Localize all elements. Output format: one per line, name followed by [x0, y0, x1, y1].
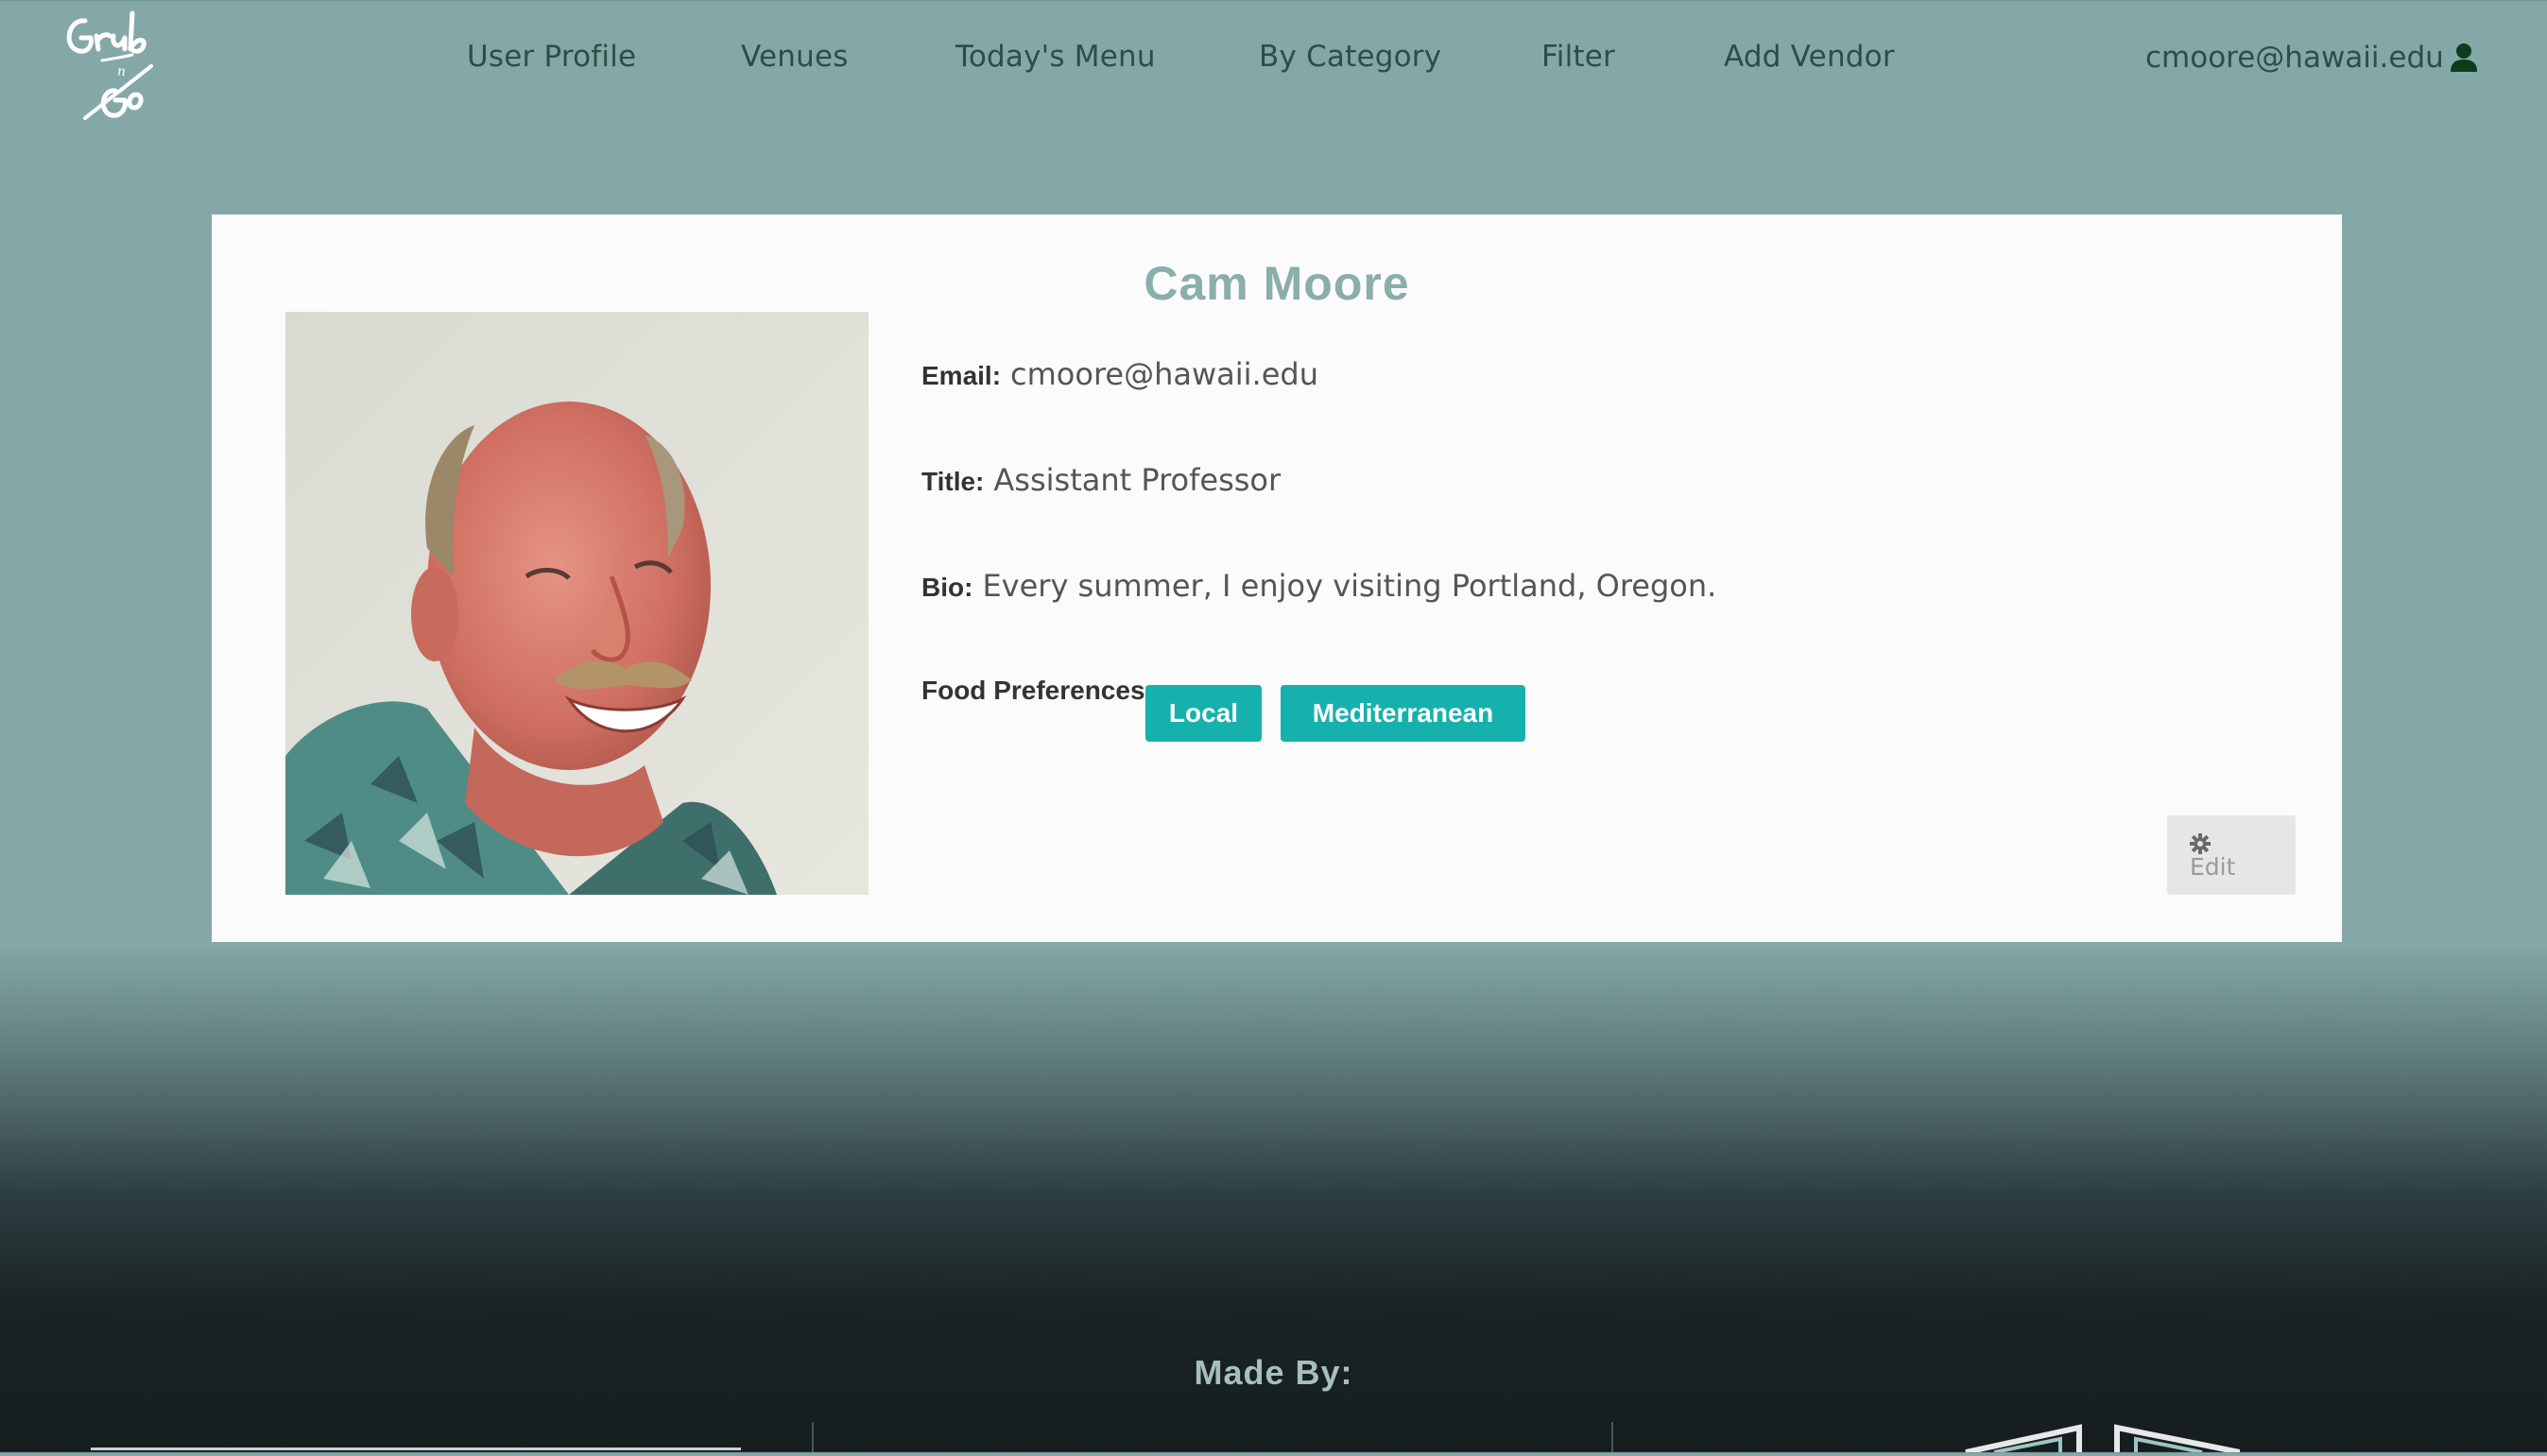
title-label: Title:: [921, 467, 985, 496]
email-label: Email:: [921, 361, 1002, 390]
title-value: Assistant Professor: [993, 462, 1282, 498]
profile-name: Cam Moore: [1144, 257, 1410, 310]
nav-filter[interactable]: Filter: [1541, 40, 1615, 74]
preference-badge-mediterranean: Mediterranean: [1281, 685, 1525, 742]
edit-label: Edit: [2190, 853, 2236, 881]
title-row: Title: Assistant Professor: [921, 462, 1281, 498]
footer-logo: [1956, 1422, 2241, 1455]
grub-n-go-logo[interactable]: n: [57, 0, 184, 128]
user-icon: [2450, 43, 2478, 73]
nav-add-vendor[interactable]: Add Vendor: [1724, 40, 1895, 74]
nav-todays-menu[interactable]: Today's Menu: [955, 40, 1156, 74]
nav-user-profile[interactable]: User Profile: [467, 40, 636, 74]
bio-value: Every summer, I enjoy visiting Portland,…: [982, 568, 1717, 604]
preference-badge-local: Local: [1145, 685, 1262, 742]
email-row: Email: cmoore@hawaii.edu: [921, 356, 1318, 392]
footer-divider: [91, 1447, 741, 1450]
nav-venues[interactable]: Venues: [741, 40, 849, 74]
footer-separator: [812, 1422, 814, 1452]
footer-separator: [1611, 1422, 1613, 1452]
edit-button[interactable]: Edit: [2167, 815, 2296, 895]
profile-photo: [285, 312, 869, 895]
bio-label: Bio:: [921, 573, 973, 602]
user-menu[interactable]: cmoore@hawaii.edu: [2145, 41, 2478, 75]
user-email: cmoore@hawaii.edu: [2145, 41, 2444, 75]
nav-by-category[interactable]: By Category: [1259, 40, 1441, 74]
made-by-heading: Made By:: [1194, 1353, 1353, 1392]
svg-text:n: n: [117, 64, 126, 79]
food-preferences-label: Food Preferences:: [921, 676, 1154, 705]
email-value: cmoore@hawaii.edu: [1010, 356, 1318, 392]
bio-row: Bio: Every summer, I enjoy visiting Portl…: [921, 568, 1716, 604]
navbar: n User Profile Venues Today's Menu By Ca…: [0, 0, 2547, 123]
gear-icon: [2190, 832, 2211, 854]
profile-card: Cam Moore Email: cmoore@hawaii.edu Title…: [212, 214, 2342, 942]
